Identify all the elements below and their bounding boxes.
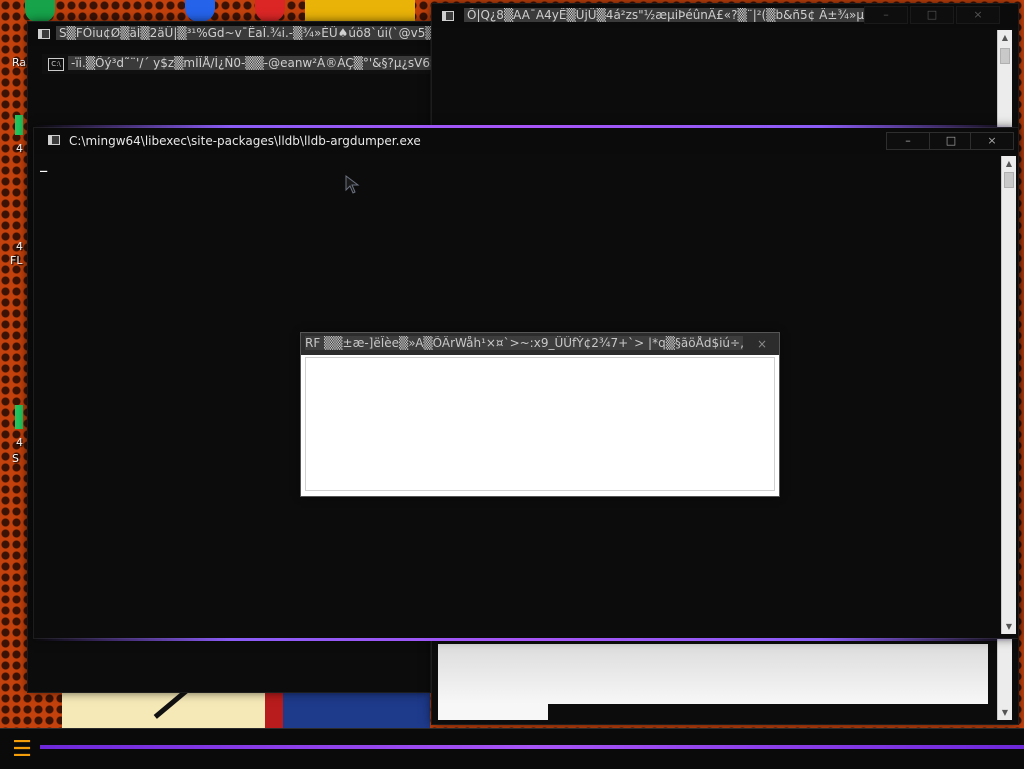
desktop-background-art-red xyxy=(265,692,283,728)
desktop-background-art-4 xyxy=(305,0,415,22)
desktop-label-4: FL xyxy=(10,254,23,267)
child-title-bar[interactable]: C:\ -ïi.▒Öý³d˜¨'/´ y$z▒mÌÎÅ/Ì¿Ñ0-▒▒-@ean… xyxy=(42,54,436,74)
scroll-down-icon[interactable]: ▼ xyxy=(1002,619,1016,634)
title-bar[interactable]: Õ|Q¿8▒AA¯A4yÊ▒ÚjÜ▒4á²zs"½æµiÞéûnÄ£«?▒¨|²… xyxy=(432,4,1018,28)
app-icon xyxy=(48,135,60,145)
text-cursor: _ xyxy=(40,158,48,172)
window-border-glow-bottom xyxy=(34,638,1018,641)
title-bar[interactable]: S▒FÒiu¢Ø▒äÌ▒2äÜ|▒³¹%Gd~v¯ËaÏ.¾i.-▒¾»ÉÜ♠ú… xyxy=(28,22,454,46)
dialog-title: RF ▒▒±æ-]ëÎèe▒»A▒ÕÄrWåh¹×¤`>~:x9_ÜÛfÝ¢2¾… xyxy=(305,336,743,350)
close-button[interactable]: × xyxy=(956,6,1000,24)
mouse-pointer-icon xyxy=(345,175,360,194)
desktop-background-art-1 xyxy=(25,0,55,22)
dialog-close-button[interactable]: × xyxy=(751,335,773,353)
desktop-shortcut-icon-2[interactable] xyxy=(15,405,23,429)
child-window-title: -ïi.▒Öý³d˜¨'/´ y$z▒mÌÎÅ/Ì¿Ñ0-▒▒-@eanw²À®… xyxy=(68,56,436,70)
minimize-button[interactable]: – xyxy=(864,6,908,24)
desktop-shortcut-icon[interactable] xyxy=(15,115,23,135)
vertical-scrollbar[interactable]: ▲ ▼ xyxy=(1001,156,1016,634)
title-bar[interactable]: C:\mingw64\libexec\site-packages\lldb\ll… xyxy=(34,128,1018,154)
console-icon: C:\ xyxy=(48,58,64,71)
desktop-label-6: S xyxy=(12,452,19,465)
desktop-label-5: 4 xyxy=(16,436,23,449)
scroll-down-icon[interactable]: ▼ xyxy=(998,705,1012,720)
taskbar: ☰ xyxy=(0,728,1024,769)
start-menu-icon[interactable]: ☰ xyxy=(8,737,36,763)
window-title: Õ|Q¿8▒AA¯A4yÊ▒ÚjÜ▒4á²zs"½æµiÞéûnÄ£«?▒¨|²… xyxy=(464,8,875,22)
console-white-area xyxy=(438,644,988,704)
scroll-thumb[interactable] xyxy=(1000,48,1010,64)
desktop-label-1: Ra xyxy=(12,56,27,69)
close-button[interactable]: × xyxy=(970,132,1014,150)
desktop-background-art-3 xyxy=(255,0,285,22)
desktop-background-art-2 xyxy=(185,0,215,22)
desktop-label-2: 4 xyxy=(16,142,23,155)
taskbar-glow-bar xyxy=(40,745,1024,749)
app-icon xyxy=(442,11,454,21)
window-title: S▒FÒiu¢Ø▒äÌ▒2äÜ|▒³¹%Gd~v¯ËaÏ.¾i.-▒¾»ÉÜ♠ú… xyxy=(56,26,454,40)
window-title: C:\mingw64\libexec\site-packages\lldb\ll… xyxy=(69,134,421,148)
scroll-thumb[interactable] xyxy=(1004,172,1014,188)
dialog-body xyxy=(305,357,775,491)
desktop-background-art-blue xyxy=(283,692,430,728)
maximize-button[interactable]: □ xyxy=(929,132,973,150)
app-icon xyxy=(38,29,50,39)
scroll-up-icon[interactable]: ▲ xyxy=(1002,156,1016,171)
dialog-window[interactable]: RF ▒▒±æ-]ëÎèe▒»A▒ÕÄrWåh¹×¤`>~:x9_ÜÛfÝ¢2¾… xyxy=(301,333,779,496)
maximize-button[interactable]: □ xyxy=(910,6,954,24)
console-white-area-2 xyxy=(438,704,548,720)
scroll-up-icon[interactable]: ▲ xyxy=(998,30,1012,45)
desktop-label-3: 4 xyxy=(16,240,23,253)
dialog-title-bar[interactable]: RF ▒▒±æ-]ëÎèe▒»A▒ÕÄrWåh¹×¤`>~:x9_ÜÛfÝ¢2¾… xyxy=(301,333,779,355)
minimize-button[interactable]: – xyxy=(886,132,930,150)
